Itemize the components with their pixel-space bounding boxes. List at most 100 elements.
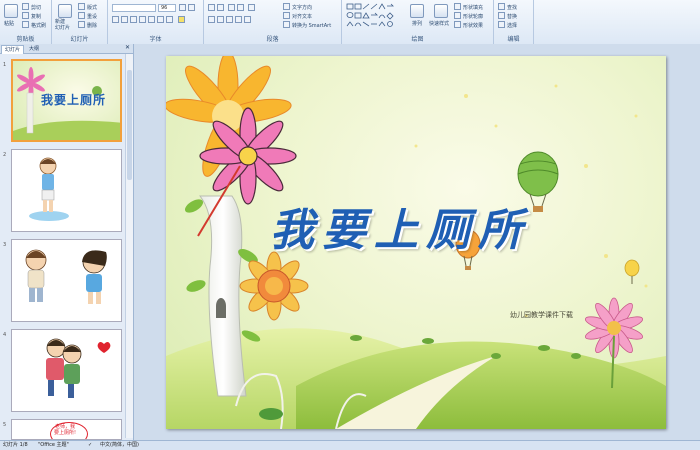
align-text-button[interactable]: 对齐文本 [292,13,312,20]
find-button[interactable]: 查找 [507,4,517,11]
decrease-indent-icon[interactable] [228,4,235,11]
align-left-icon[interactable] [208,16,215,23]
arrange-icon[interactable] [410,4,424,18]
slide-canvas[interactable]: 我要上厕所 幼儿园教学课件下载 [166,56,666,429]
align-right-icon[interactable] [226,16,233,23]
justify-icon[interactable] [235,16,242,23]
thumb4-art [46,338,111,398]
clipboard-group-label: 剪贴板 [16,36,35,43]
paragraph-group: 文字方向 对齐文本 转换为 SmartArt 段落 [204,0,342,44]
quick-styles-icon[interactable] [434,4,448,18]
arrange-button[interactable]: 排列 [412,20,422,27]
thumb1-title: 我要上厕所 [41,93,107,107]
shapes-gallery-icon[interactable] [346,3,400,29]
layout-button[interactable]: 版式 [87,4,97,11]
close-panel-icon[interactable]: ✕ [125,44,130,51]
select-button[interactable]: 选择 [507,22,517,29]
grow-font-icon[interactable] [179,4,186,11]
clipboard-group: 粘贴 剪切 复制 格式刷 剪贴板 [0,0,52,44]
watermark-text: 幼儿园教学课件下载 [510,311,573,319]
line-spacing-icon[interactable] [248,4,255,11]
slide-thumbnail-4[interactable] [11,329,122,412]
shape-effects-button[interactable]: 形状效果 [463,22,483,29]
replace-icon[interactable] [498,12,505,19]
shape-fill-icon[interactable] [454,3,461,10]
language-indicator[interactable]: 中文(简体，中国) [100,441,139,449]
scrollbar-thumb[interactable] [127,70,132,180]
cut-button[interactable]: 剪切 [31,4,41,11]
slide-thumbnail-1[interactable]: 我要上厕所 [11,59,122,142]
font-name-combo[interactable] [112,4,156,12]
reset-icon[interactable] [78,12,85,19]
editing-group: 查找 替换 选择 编辑 [494,0,534,44]
slides-group: 新建 幻灯片 版式 重设 删除 幻灯片 [52,0,108,44]
editing-group-label: 编辑 [507,36,520,43]
shape-effects-icon[interactable] [454,21,461,28]
new-slide-button[interactable]: 新建 幻灯片 [55,19,70,31]
align-text-icon[interactable] [283,12,290,19]
smartart-icon[interactable] [283,21,290,28]
format-painter-icon[interactable] [22,21,29,28]
bullets-icon[interactable] [208,4,215,11]
paste-icon[interactable] [4,4,18,18]
slide-number: 3 [3,242,7,248]
slide-thumbnail-3[interactable] [11,239,122,322]
bold-icon[interactable] [112,16,119,23]
ribbon: 粘贴 剪切 复制 格式刷 剪贴板 新建 幻灯片 版式 重设 删除 幻灯片 96 … [0,0,700,45]
shrink-font-icon[interactable] [188,4,195,11]
underline-icon[interactable] [130,16,137,23]
strikethrough-icon[interactable] [139,16,146,23]
copy-icon[interactable] [22,12,29,19]
panel-scrollbar[interactable] [125,54,133,438]
slide-counter: 幻灯片 1/8 [3,442,28,448]
replace-button[interactable]: 替换 [507,13,517,20]
align-center-icon[interactable] [217,16,224,23]
text-direction-button[interactable]: 文字方向 [292,4,312,11]
delete-button[interactable]: 删除 [87,22,97,29]
delete-icon[interactable] [78,21,85,28]
thumb2-art [29,157,69,221]
slides-group-label: 幻灯片 [70,36,89,43]
paste-button[interactable]: 粘贴 [4,20,14,27]
drawing-group: 排列 快速样式 形状填充 形状轮廓 形状效果 绘图 [342,0,494,44]
select-icon[interactable] [498,21,505,28]
text-direction-icon[interactable] [283,3,290,10]
font-size-combo[interactable]: 96 [158,4,176,12]
char-spacing-icon[interactable] [157,16,164,23]
shape-outline-button[interactable]: 形状轮廓 [463,13,483,20]
shape-fill-button[interactable]: 形状填充 [463,4,483,11]
spell-check-icon[interactable]: ✓ [88,441,92,449]
numbering-icon[interactable] [217,4,224,11]
format-painter-button[interactable]: 格式刷 [31,22,46,29]
quick-styles-button[interactable]: 快速样式 [429,20,449,27]
shadow-icon[interactable] [148,16,155,23]
slide-thumbnail-2[interactable] [11,149,122,232]
new-slide-icon[interactable] [58,4,72,18]
shape-outline-icon[interactable] [454,12,461,19]
tab-outline[interactable]: 大纲 [26,45,42,53]
layout-icon[interactable] [78,3,85,10]
slide-editor: 我要上厕所 幼儿园教学课件下载 [134,44,700,440]
change-case-icon[interactable] [166,16,173,23]
slides-panel: 幻灯片 大纲 ✕ 1 我要上厕所 2 3 4 5 老师，我 要上厕所! [0,44,134,440]
font-group-label: 字体 [149,36,162,43]
slide-number: 2 [3,152,7,158]
drawing-group-label: 绘图 [411,36,424,43]
panel-tabs: 幻灯片 大纲 ✕ [0,44,133,54]
find-icon[interactable] [498,3,505,10]
slide-number: 5 [3,422,7,428]
cut-icon[interactable] [22,3,29,10]
font-color-icon[interactable] [178,16,185,23]
italic-icon[interactable] [121,16,128,23]
increase-indent-icon[interactable] [237,4,244,11]
columns-icon[interactable] [244,16,251,23]
font-group: 96 字体 [108,0,204,44]
slide-thumbnail-5[interactable]: 老师，我 要上厕所! [11,419,122,440]
slide-number: 1 [3,62,7,68]
slide-number: 4 [3,332,7,338]
tab-slides[interactable]: 幻灯片 [1,45,25,54]
slide-title[interactable]: 我要上厕所 [270,194,530,258]
reset-button[interactable]: 重设 [87,13,97,20]
copy-button[interactable]: 复制 [31,13,41,20]
smartart-button[interactable]: 转换为 SmartArt [292,22,331,29]
